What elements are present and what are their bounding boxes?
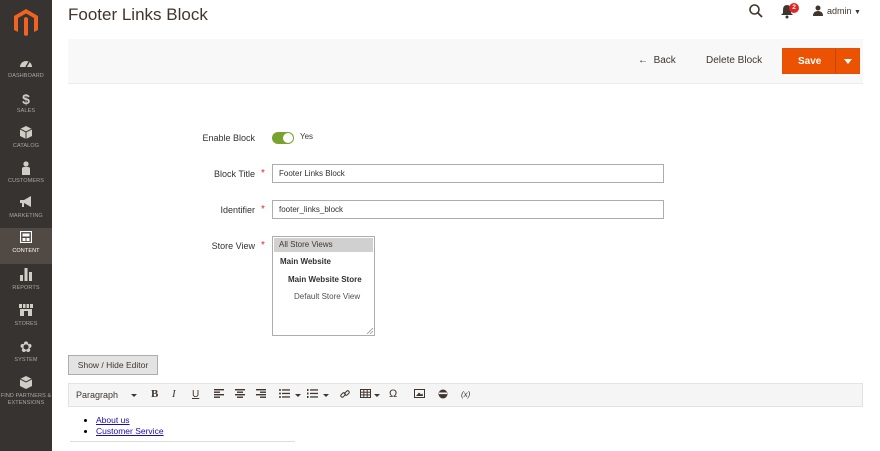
table-icon[interactable] <box>360 389 371 401</box>
save-button[interactable]: Save <box>782 48 860 74</box>
dashboard-icon <box>0 56 52 72</box>
list-item: Customer Service <box>96 426 164 437</box>
sidebar-item-partners[interactable]: Find Partners & Extensions <box>0 373 52 413</box>
sidebar-item-label: Marketing <box>9 213 43 219</box>
bold-button[interactable]: B <box>151 388 158 400</box>
chevron-down-icon[interactable] <box>323 394 329 397</box>
sidebar-item-content[interactable]: Content <box>0 228 52 264</box>
sidebar-item-label: Sales <box>16 108 36 114</box>
sidebar-item-sales[interactable]: $ Sales <box>0 88 52 124</box>
sidebar-item-dashboard[interactable]: Dashboard <box>0 53 52 89</box>
enable-block-toggle[interactable] <box>272 132 294 144</box>
link-list: About us Customer Service <box>96 415 164 437</box>
align-right-icon[interactable] <box>256 389 266 401</box>
editor-content[interactable]: About us Customer Service <box>68 407 863 451</box>
resize-handle-icon[interactable] <box>367 328 373 334</box>
image-icon[interactable] <box>414 389 425 401</box>
delete-block-button[interactable]: Delete Block <box>706 55 762 66</box>
sidebar-item-stores[interactable]: Stores <box>0 301 52 337</box>
store-icon <box>0 304 52 320</box>
list-item: About us <box>96 415 164 426</box>
sidebar-item-label: Find Partners & Extensions <box>0 393 52 406</box>
page-actions: ← Back Delete Block Save <box>68 39 863 84</box>
store-view-option[interactable]: Default Store View <box>294 292 360 301</box>
person-icon <box>0 161 52 177</box>
user-icon <box>813 5 823 16</box>
sidebar-item-label: Customers <box>8 178 44 184</box>
user-menu[interactable]: admin ▼ <box>813 4 861 18</box>
identifier-input[interactable] <box>272 200 664 219</box>
sidebar-item-label: Content <box>12 248 40 254</box>
sidebar-item-reports[interactable]: Reports <box>0 265 52 301</box>
magento-logo[interactable] <box>9 6 43 40</box>
layout-icon <box>0 230 52 247</box>
store-view-select[interactable]: All Store Views Main Website Main Websit… <box>272 236 375 336</box>
required-asterisk: * <box>261 240 265 251</box>
dollar-icon: $ <box>22 91 30 107</box>
sidebar-item-marketing[interactable]: Marketing <box>0 193 52 229</box>
show-hide-editor-button[interactable]: Show / Hide Editor <box>68 355 158 375</box>
required-asterisk: * <box>261 168 265 179</box>
store-view-option[interactable]: All Store Views <box>274 238 373 252</box>
enable-block-value: Yes <box>300 132 314 141</box>
italic-button[interactable]: I <box>172 388 176 400</box>
search-icon[interactable] <box>748 3 764 19</box>
insert-variable-button[interactable]: (x) <box>461 389 470 401</box>
customer-service-link[interactable]: Customer Service <box>96 426 164 436</box>
sidebar-item-label: Dashboard <box>8 73 44 79</box>
back-button[interactable]: ← Back <box>638 55 676 66</box>
sidebar-item-label: Catalog <box>12 143 40 149</box>
sidebar-item-system[interactable]: ✿ System <box>0 337 52 373</box>
store-view-option: Main Website Store <box>288 275 362 284</box>
save-label: Save <box>798 56 822 67</box>
required-asterisk: * <box>261 204 265 215</box>
store-view-label: Store View <box>211 241 255 251</box>
megaphone-icon <box>0 196 52 212</box>
align-center-icon[interactable] <box>235 389 245 401</box>
block-title-input[interactable] <box>272 164 664 183</box>
widget-icon[interactable] <box>438 389 448 402</box>
block-title-label: Block Title <box>213 169 255 179</box>
align-left-icon[interactable] <box>214 389 224 401</box>
about-us-link[interactable]: About us <box>96 415 130 425</box>
numbered-list-icon[interactable] <box>307 389 318 401</box>
editor-toolbar: Paragraph B I U Ω (x) <box>68 383 863 407</box>
toggle-knob <box>283 133 293 143</box>
chevron-down-icon[interactable] <box>131 394 137 397</box>
gear-icon: ✿ <box>19 339 33 356</box>
identifier-label: Identifier <box>220 205 255 215</box>
chevron-down-icon: ▼ <box>854 9 861 16</box>
notification-badge: 2 <box>789 3 799 13</box>
underline-button[interactable]: U <box>192 389 199 401</box>
enable-block-label: Enable Block <box>202 133 255 143</box>
sidebar-item-label: Reports <box>12 285 40 291</box>
chevron-down-icon[interactable] <box>374 394 380 397</box>
format-select[interactable]: Paragraph <box>76 389 118 401</box>
store-view-option: Main Website <box>280 257 331 266</box>
bar-chart-icon <box>0 268 52 284</box>
cube-icon <box>0 126 52 142</box>
page-title: Footer Links Block <box>68 5 208 24</box>
box-icon <box>0 376 52 392</box>
user-name: admin <box>827 6 852 16</box>
split-divider <box>835 49 836 73</box>
bullet-list-icon[interactable] <box>279 389 290 401</box>
save-menu-toggle[interactable] <box>844 59 852 64</box>
admin-sidebar: Dashboard $ Sales Catalog Customers Mark… <box>0 0 52 451</box>
link-icon[interactable] <box>340 389 350 402</box>
chevron-down-icon[interactable] <box>295 394 301 397</box>
editor-divider <box>70 441 295 442</box>
sidebar-item-catalog[interactable]: Catalog <box>0 123 52 159</box>
sidebar-item-label: Stores <box>14 321 38 327</box>
back-label: Back <box>653 55 676 66</box>
arrow-left-icon: ← <box>638 55 648 66</box>
sidebar-item-customers[interactable]: Customers <box>0 158 52 194</box>
special-character-icon[interactable]: Ω <box>389 388 397 400</box>
sidebar-item-label: System <box>14 357 38 363</box>
